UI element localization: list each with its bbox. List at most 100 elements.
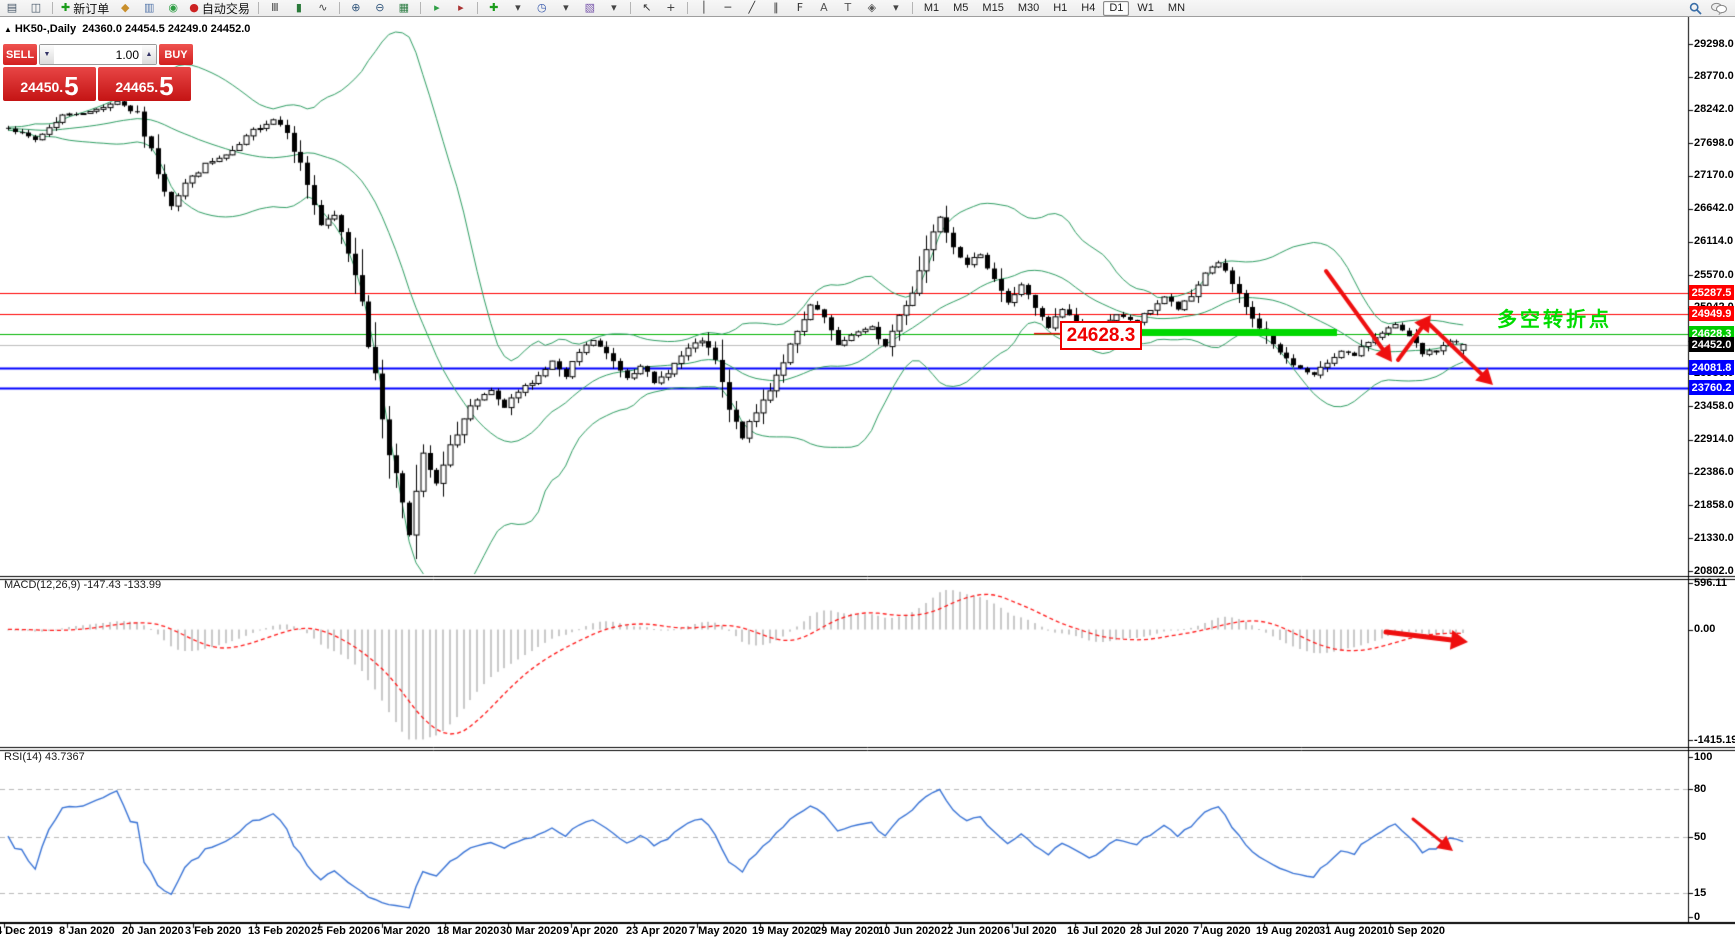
indicators-add-button[interactable]: ✚ — [483, 0, 505, 16]
templates-dropdown[interactable]: ▾ — [603, 0, 625, 16]
price-tick-label: 28770.0 — [1694, 70, 1734, 82]
timeframe-m5[interactable]: M5 — [947, 1, 974, 16]
cursor-button[interactable]: ↖ — [636, 0, 658, 16]
toolbar-separator — [477, 2, 478, 14]
sell-price-box[interactable]: 24450.5 — [3, 67, 96, 101]
text-label-button[interactable]: T — [837, 0, 859, 16]
new-order-button[interactable]: ✚新订单 — [58, 0, 112, 16]
periods-dropdown[interactable]: ▾ — [555, 0, 577, 16]
zoom-in-button[interactable]: ⊕ — [345, 0, 367, 16]
search-button[interactable] — [1684, 0, 1706, 16]
equidistant-channel-button[interactable]: ∥ — [765, 0, 787, 16]
turning-point-annotation[interactable]: 多空转折点 — [1497, 303, 1612, 332]
date-tick-label: 25 Feb 2020 — [311, 925, 373, 937]
timeframe-h4[interactable]: H4 — [1075, 1, 1101, 16]
timeframe-m1[interactable]: M1 — [918, 1, 945, 16]
date-tick-label: 6 Mar 2020 — [374, 925, 430, 937]
macd-tick-label: 596.11 — [1694, 577, 1727, 589]
date-tick-label: 9 Apr 2020 — [563, 925, 618, 937]
equidistant-channel-icon: ∥ — [773, 1, 779, 15]
price-tick-label: 21330.0 — [1694, 532, 1734, 544]
volume-spinner: ▼ ▲ — [39, 44, 157, 65]
date-tick-label: 29 May 2020 — [815, 925, 879, 937]
autotrading-icon: ● — [189, 1, 199, 15]
zoom-out-button[interactable]: ⊖ — [369, 0, 391, 16]
timeframe-m15[interactable]: M15 — [976, 1, 1009, 16]
chart-title: ▲HK50-,Daily 24360.0 24454.5 24249.0 244… — [4, 23, 250, 35]
rsi-tick-label: 80 — [1694, 783, 1706, 795]
line-chart-icon: ∿ — [318, 1, 327, 15]
buy-price-frac: 5 — [159, 73, 173, 99]
arrows-button[interactable]: ◈ — [861, 0, 883, 16]
periods-clock-icon: ◷ — [537, 1, 547, 15]
volume-increase-button[interactable]: ▲ — [142, 45, 156, 64]
timeframe-mn[interactable]: MN — [1162, 1, 1191, 16]
templates-dropdown-icon: ▾ — [611, 1, 617, 15]
profiles-button[interactable]: ◫ — [25, 0, 47, 16]
timeframe-h1[interactable]: H1 — [1047, 1, 1073, 16]
arrows-dropdown[interactable]: ▾ — [885, 0, 907, 16]
chat-button[interactable] — [1708, 0, 1730, 16]
line-chart-button[interactable]: ∿ — [312, 0, 334, 16]
sell-button[interactable]: SELL — [3, 44, 37, 65]
auto-scroll-button[interactable]: ▸ — [426, 0, 448, 16]
macd-label: MACD(12,26,9) -147.43 -133.99 — [4, 579, 161, 591]
toolbar: ▤◫✚新订单◆▥◉●自动交易Ⅲ▮∿⊕⊖▦▸▸✚▾◷▾▧▾↖+│─╱∥FAT◈▾ … — [0, 0, 1735, 17]
rsi-tick-label: 100 — [1694, 751, 1712, 763]
price-tick-label: 22386.0 — [1694, 466, 1734, 478]
tile-windows-button[interactable]: ▦ — [393, 0, 415, 16]
terminal-button[interactable]: ▥ — [138, 0, 160, 16]
date-tick-label: 22 Jun 2020 — [941, 925, 1003, 937]
autotrading-button[interactable]: ●自动交易 — [186, 0, 253, 16]
zoom-in-icon: ⊕ — [351, 1, 360, 15]
fibonacci-button[interactable]: F — [789, 0, 811, 16]
date-tick-label: 31 Aug 2020 — [1319, 925, 1383, 937]
symbol-marker-icon: ▲ — [4, 25, 12, 34]
timeframe-w1[interactable]: W1 — [1131, 1, 1160, 16]
text-button[interactable]: A — [813, 0, 835, 16]
buy-price-main: 24465. — [115, 75, 158, 99]
chart-ohlc: 24360.0 24454.5 24249.0 24452.0 — [82, 23, 250, 35]
date-tick-label: 16 Jul 2020 — [1067, 925, 1126, 937]
styles-bucket-icon: ◆ — [121, 1, 129, 15]
vertical-line-button[interactable]: │ — [693, 0, 715, 16]
candles-chart-button[interactable]: ▮ — [288, 0, 310, 16]
date-tick-label: 19 May 2020 — [752, 925, 816, 937]
crosshair-button[interactable]: + — [660, 0, 682, 16]
timeframe-m30[interactable]: M30 — [1012, 1, 1045, 16]
auto-scroll-icon: ▸ — [434, 1, 440, 15]
chart-shift-button[interactable]: ▸ — [450, 0, 472, 16]
date-tick-label: 6 Jul 2020 — [1004, 925, 1057, 937]
date-tick-label: 7 Aug 2020 — [1193, 925, 1251, 937]
price-tick-label: 26114.0 — [1694, 235, 1733, 247]
toolbar-separator — [52, 2, 53, 14]
price-callout-label[interactable]: 24628.3 — [1060, 321, 1142, 350]
price-line-badge: 24452.0 — [1689, 337, 1734, 352]
macd-tick-label: -1415.19 — [1694, 734, 1735, 746]
trendline-button[interactable]: ╱ — [741, 0, 763, 16]
zoom-out-icon: ⊖ — [375, 1, 384, 15]
price-line-badge: 24081.8 — [1689, 360, 1734, 375]
trading-terminal: ▤◫✚新订单◆▥◉●自动交易Ⅲ▮∿⊕⊖▦▸▸✚▾◷▾▧▾↖+│─╱∥FAT◈▾ … — [0, 0, 1735, 939]
buy-button[interactable]: BUY — [159, 44, 193, 65]
buy-price-box[interactable]: 24465.5 — [98, 67, 191, 101]
signal-button[interactable]: ◉ — [162, 0, 184, 16]
horizontal-line-button[interactable]: ─ — [717, 0, 739, 16]
price-tick-label: 28242.0 — [1694, 103, 1734, 115]
date-tick-label: 28 Jul 2020 — [1130, 925, 1189, 937]
volume-decrease-button[interactable]: ▼ — [40, 45, 54, 64]
bars-chart-button[interactable]: Ⅲ — [264, 0, 286, 16]
volume-input[interactable] — [54, 45, 142, 64]
arrows-icon: ◈ — [868, 1, 876, 15]
indicators-dropdown[interactable]: ▾ — [507, 0, 529, 16]
search-icon — [1689, 2, 1702, 15]
tile-windows-icon: ▦ — [399, 1, 409, 15]
periods-clock-button[interactable]: ◷ — [531, 0, 553, 16]
new-chart-button[interactable]: ▤ — [1, 0, 23, 16]
price-chart-canvas[interactable] — [0, 0, 1735, 939]
text-label-icon: T — [844, 1, 851, 15]
timeframe-d1[interactable]: D1 — [1103, 1, 1129, 16]
toolbar-separator — [630, 2, 631, 14]
styles-bucket-button[interactable]: ◆ — [114, 0, 136, 16]
templates-button[interactable]: ▧ — [579, 0, 601, 16]
